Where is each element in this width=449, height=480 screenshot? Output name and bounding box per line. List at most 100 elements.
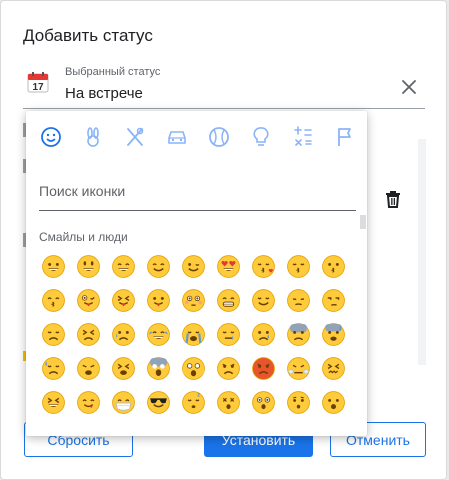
emoji-disappointed[interactable] xyxy=(36,317,71,351)
kissing-face-icon xyxy=(322,254,345,278)
smiling-face-icon xyxy=(147,254,170,278)
tab-objects[interactable] xyxy=(248,124,274,150)
dizzy-icon xyxy=(217,390,240,414)
field-label: Выбранный статус xyxy=(65,66,161,78)
tab-animals[interactable] xyxy=(80,124,106,150)
confounded-icon xyxy=(322,356,345,380)
loudly-crying-icon xyxy=(182,322,205,346)
flushed-icon xyxy=(182,288,205,312)
emoji-kissing-heart[interactable] xyxy=(246,249,281,283)
car-icon xyxy=(168,131,186,144)
winking-face-icon xyxy=(182,254,205,278)
svg-text:z: z xyxy=(197,391,200,398)
emoji-screaming-fear[interactable] xyxy=(141,351,176,385)
emoji-screaming[interactable] xyxy=(176,351,211,385)
hushed-icon xyxy=(287,390,310,414)
unamused-icon xyxy=(322,288,345,312)
emoji-hushed[interactable] xyxy=(281,385,316,419)
emoji-picker: Смайлы и люди z xyxy=(26,111,367,436)
emoji-weary[interactable] xyxy=(71,351,106,385)
tab-symbols[interactable] xyxy=(290,124,316,150)
tab-travel[interactable] xyxy=(164,124,190,150)
sunglasses-icon xyxy=(147,390,170,414)
emoji-persevering[interactable] xyxy=(71,317,106,351)
emoji-downcast-sweat[interactable] xyxy=(36,351,71,385)
emoji-tongue-squint[interactable] xyxy=(106,283,141,317)
emoji-kissing-closed-eyes[interactable] xyxy=(281,249,316,283)
emoji-grinning-face[interactable] xyxy=(36,249,71,283)
category-bar xyxy=(26,124,367,152)
calendar-icon: 17 xyxy=(27,72,49,93)
tab-flags[interactable] xyxy=(332,124,358,150)
fearful-icon xyxy=(287,322,310,346)
emoji-grinning-wide[interactable] xyxy=(106,249,141,283)
disappointed-icon xyxy=(42,322,65,346)
triumph-icon xyxy=(287,356,310,380)
emoji-relieved[interactable] xyxy=(246,283,281,317)
emoji-yum[interactable] xyxy=(71,385,106,419)
emoji-fearful[interactable] xyxy=(281,317,316,351)
emoji-tears-of-joy[interactable] xyxy=(141,317,176,351)
emoji-smiling-face[interactable] xyxy=(141,249,176,283)
tab-activities[interactable] xyxy=(206,124,232,150)
tab-food[interactable] xyxy=(122,124,148,150)
emoji-smiley-face[interactable] xyxy=(71,249,106,283)
relieved-icon xyxy=(252,288,275,312)
emoji-sad-relieved[interactable] xyxy=(246,317,281,351)
tongue-squint-icon xyxy=(112,288,135,312)
emoji-sleeping[interactable]: z xyxy=(176,385,211,419)
emoji-loudly-crying[interactable] xyxy=(176,317,211,351)
emoji-beaming[interactable] xyxy=(211,283,246,317)
emoji-kissing-smiling-eyes[interactable] xyxy=(36,283,71,317)
trash-icon[interactable] xyxy=(385,190,401,208)
emoji-triumph[interactable] xyxy=(281,351,316,385)
emoji-pouting[interactable] xyxy=(211,351,246,385)
tongue-out-icon xyxy=(147,288,170,312)
tab-smileys[interactable] xyxy=(38,124,64,150)
emoji-tired[interactable] xyxy=(106,351,141,385)
emoji-flushed[interactable] xyxy=(176,283,211,317)
selected-status-input[interactable]: На встрече xyxy=(65,85,143,102)
smiley-face-icon xyxy=(77,254,100,278)
add-status-dialog: Добавить статус 17 Выбранный статус На в… xyxy=(0,0,447,480)
emoji-crying[interactable] xyxy=(106,317,141,351)
mask-icon xyxy=(112,390,135,414)
emoji-sleepy[interactable] xyxy=(211,317,246,351)
heart-eyes-icon xyxy=(217,254,240,278)
picker-scrollbar[interactable] xyxy=(360,215,366,229)
emoji-pensive[interactable] xyxy=(281,283,316,317)
grinning-face-icon xyxy=(42,254,65,278)
rabbit-icon xyxy=(87,127,99,147)
dialog-title: Добавить статус xyxy=(23,26,153,45)
downcast-sweat-icon xyxy=(42,356,65,380)
emoji-open-mouth[interactable] xyxy=(316,385,351,419)
emoji-dizzy[interactable] xyxy=(211,385,246,419)
tongue-wink-icon xyxy=(77,288,100,312)
emoji-cold-sweat[interactable] xyxy=(316,317,351,351)
tears-of-joy-icon xyxy=(147,322,170,346)
emoji-astonished[interactable] xyxy=(246,385,281,419)
sleepy-icon xyxy=(217,322,240,346)
astonished-icon xyxy=(252,390,275,414)
emoji-heart-eyes[interactable] xyxy=(211,249,246,283)
emoji-laughing[interactable] xyxy=(36,385,71,419)
tired-icon xyxy=(112,356,135,380)
fork-knife-icon xyxy=(127,127,144,146)
kissing-smiling-eyes-icon xyxy=(42,288,65,312)
emoji-tongue-wink[interactable] xyxy=(71,283,106,317)
emoji-tongue-out[interactable] xyxy=(141,283,176,317)
emoji-winking-face[interactable] xyxy=(176,249,211,283)
grinning-wide-icon xyxy=(112,254,135,278)
persevering-icon xyxy=(77,322,100,346)
close-icon[interactable] xyxy=(400,78,418,96)
emoji-search-input[interactable] xyxy=(39,171,356,211)
emoji-mask[interactable] xyxy=(106,385,141,419)
emoji-angry[interactable] xyxy=(246,351,281,385)
emoji-kissing-face[interactable] xyxy=(316,249,351,283)
emoji-unamused[interactable] xyxy=(316,283,351,317)
field-underline xyxy=(23,108,425,109)
emoji-confounded[interactable] xyxy=(316,351,351,385)
pouting-icon xyxy=(217,356,240,380)
kissing-heart-icon xyxy=(252,254,275,278)
emoji-sunglasses[interactable] xyxy=(141,385,176,419)
